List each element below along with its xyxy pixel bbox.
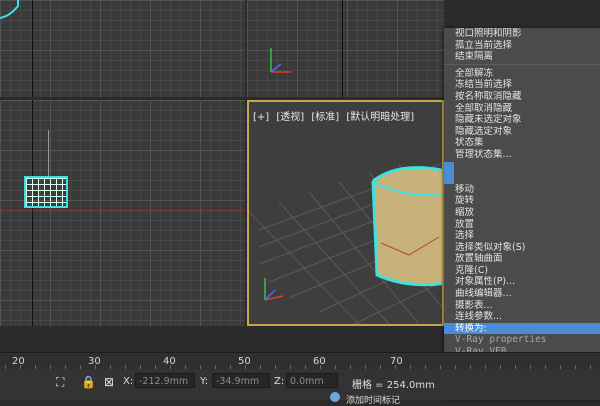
menu-item[interactable]: 转换为: bbox=[444, 322, 600, 335]
menu-item[interactable]: 全部解冻 bbox=[444, 68, 600, 80]
status-bar: ⛶ 🔒 ⊠ X: -212.9mm Y: -34.9mm Z: 0.0mm 栅格… bbox=[0, 369, 600, 406]
grid-major bbox=[0, 100, 245, 326]
menu-item[interactable]: 视口照明和阴影 bbox=[444, 28, 600, 40]
grid-size-text: 栅格 = 254.0mm bbox=[352, 380, 435, 391]
menu-item[interactable]: 选择类似对象(S) bbox=[444, 242, 600, 254]
axis-gizmo-icon bbox=[264, 278, 284, 301]
selection-lock-icon[interactable]: ⛶ bbox=[56, 375, 64, 390]
axis-line bbox=[342, 0, 343, 97]
menu-item[interactable]: 曲线编辑器... bbox=[444, 288, 600, 300]
menu-item[interactable]: 缩放 bbox=[444, 207, 600, 219]
ruler-tick-label: 70 bbox=[390, 356, 403, 367]
menu-item[interactable]: 结束隔离 bbox=[444, 51, 600, 63]
menu-item[interactable]: 连线参数... bbox=[444, 311, 600, 323]
time-ruler[interactable]: 20 30 40 50 60 70 bbox=[0, 352, 600, 369]
viewport-perspective[interactable]: [+] [透视] [标准] [默认明暗处理] bbox=[247, 100, 444, 326]
absolute-mode-icon[interactable]: ⊠ bbox=[104, 375, 114, 389]
viewport-left[interactable] bbox=[0, 100, 245, 326]
menu-blank-item[interactable] bbox=[444, 161, 600, 173]
menu-accent-bar bbox=[444, 162, 454, 184]
viewport-top[interactable] bbox=[0, 0, 245, 97]
x-coordinate-field[interactable]: -212.9mm bbox=[135, 373, 195, 388]
menu-item[interactable]: 旋转 bbox=[444, 195, 600, 207]
x-label: X: bbox=[123, 376, 134, 387]
z-label: Z: bbox=[274, 376, 285, 387]
menu-item[interactable]: 移动 bbox=[444, 184, 600, 196]
menu-item[interactable]: 隐藏选定对象 bbox=[444, 126, 600, 138]
menu-item[interactable]: 状态集 bbox=[444, 137, 600, 149]
lock-icon[interactable]: 🔒 bbox=[81, 375, 96, 389]
z-coordinate-field[interactable]: 0.0mm bbox=[286, 373, 338, 388]
menu-item[interactable]: 按名称取消隐藏 bbox=[444, 91, 600, 103]
menu-item[interactable]: 摄影表... bbox=[444, 300, 600, 312]
menu-item[interactable]: 选择 bbox=[444, 230, 600, 242]
axis-gizmo-icon bbox=[270, 48, 291, 73]
axis-line bbox=[0, 210, 245, 211]
menu-item[interactable]: 放置轴曲面 bbox=[444, 253, 600, 265]
cylinder-object[interactable] bbox=[369, 157, 444, 287]
ruler-tick-label: 20 bbox=[12, 356, 25, 367]
menu-item[interactable]: 隐藏未选定对象 bbox=[444, 114, 600, 126]
menu-item[interactable]: 孤立当前选择 bbox=[444, 40, 600, 52]
menu-item[interactable]: 克隆(C) bbox=[444, 265, 600, 277]
menu-blank-item[interactable] bbox=[444, 172, 600, 184]
menu-item[interactable]: 冻结当前选择 bbox=[444, 79, 600, 91]
axis-line bbox=[32, 100, 33, 326]
menu-item[interactable]: 对象属性(P)... bbox=[444, 276, 600, 288]
y-label: Y: bbox=[200, 376, 209, 387]
menu-item[interactable]: 全部取消隐藏 bbox=[444, 103, 600, 115]
pivot-line bbox=[48, 130, 49, 176]
viewport-front[interactable] bbox=[247, 0, 444, 97]
menu-item[interactable]: V-Ray properties bbox=[444, 334, 600, 346]
menu-separator bbox=[444, 63, 600, 67]
circle-object bbox=[0, 0, 19, 19]
menu-item[interactable]: 管理状态集... bbox=[444, 149, 600, 161]
time-tag-icon[interactable] bbox=[330, 392, 340, 402]
quad-context-menu[interactable]: 视口照明和阴影 孤立当前选择 结束隔离全部解冻 冻结当前选择 按名称取消隐藏 全部取消隐藏… bbox=[444, 28, 600, 400]
cylinder-side-view bbox=[24, 176, 68, 208]
menu-item[interactable]: 放置 bbox=[444, 219, 600, 231]
y-coordinate-field[interactable]: -34.9mm bbox=[212, 373, 270, 388]
